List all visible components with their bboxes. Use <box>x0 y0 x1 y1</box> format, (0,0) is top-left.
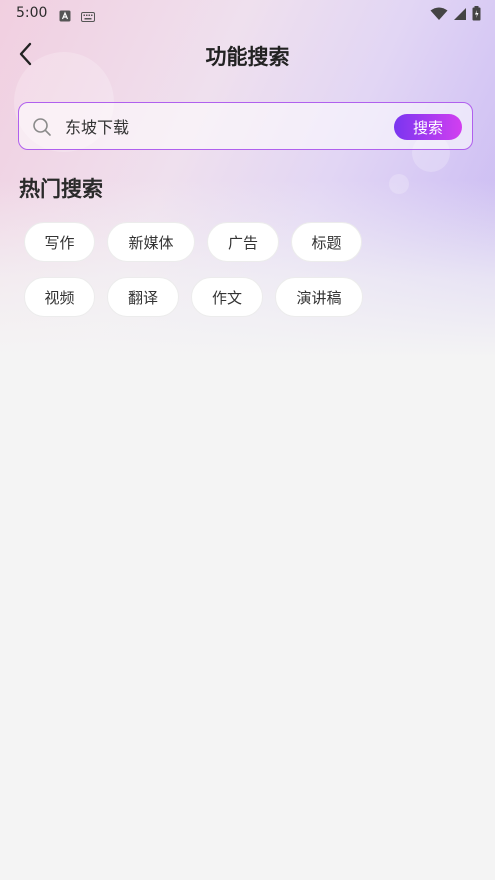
search-icon <box>32 117 52 141</box>
signal-icon <box>453 6 467 25</box>
hot-tag-new-media[interactable]: 新媒体 <box>107 222 195 262</box>
page-title: 功能搜索 <box>205 45 290 69</box>
hot-tag-video[interactable]: 视频 <box>24 277 95 317</box>
hot-tag-speech[interactable]: 演讲稿 <box>275 277 363 317</box>
a-box-icon <box>59 7 71 26</box>
header-fade <box>0 180 495 358</box>
hot-search-title: 热门搜索 <box>19 177 103 201</box>
hot-tag-translate[interactable]: 翻译 <box>107 277 179 317</box>
app-header: 功能搜索 <box>0 30 495 82</box>
hot-tag-essay[interactable]: 作文 <box>191 277 263 317</box>
search-input[interactable] <box>65 115 365 137</box>
keyboard-icon <box>81 7 95 26</box>
hot-tag-headline[interactable]: 标题 <box>291 222 362 262</box>
status-bar: 5:00 <box>0 0 495 28</box>
hot-tag-writing[interactable]: 写作 <box>24 222 95 262</box>
wifi-icon <box>430 6 448 25</box>
battery-icon <box>472 6 481 25</box>
status-time: 5:00 <box>16 5 48 21</box>
status-left-icons <box>59 7 95 26</box>
search-button[interactable]: 搜索 <box>394 114 462 140</box>
search-bar: 搜索 <box>18 102 473 150</box>
hot-tag-advertising[interactable]: 广告 <box>207 222 279 262</box>
status-right-icons <box>430 6 481 25</box>
